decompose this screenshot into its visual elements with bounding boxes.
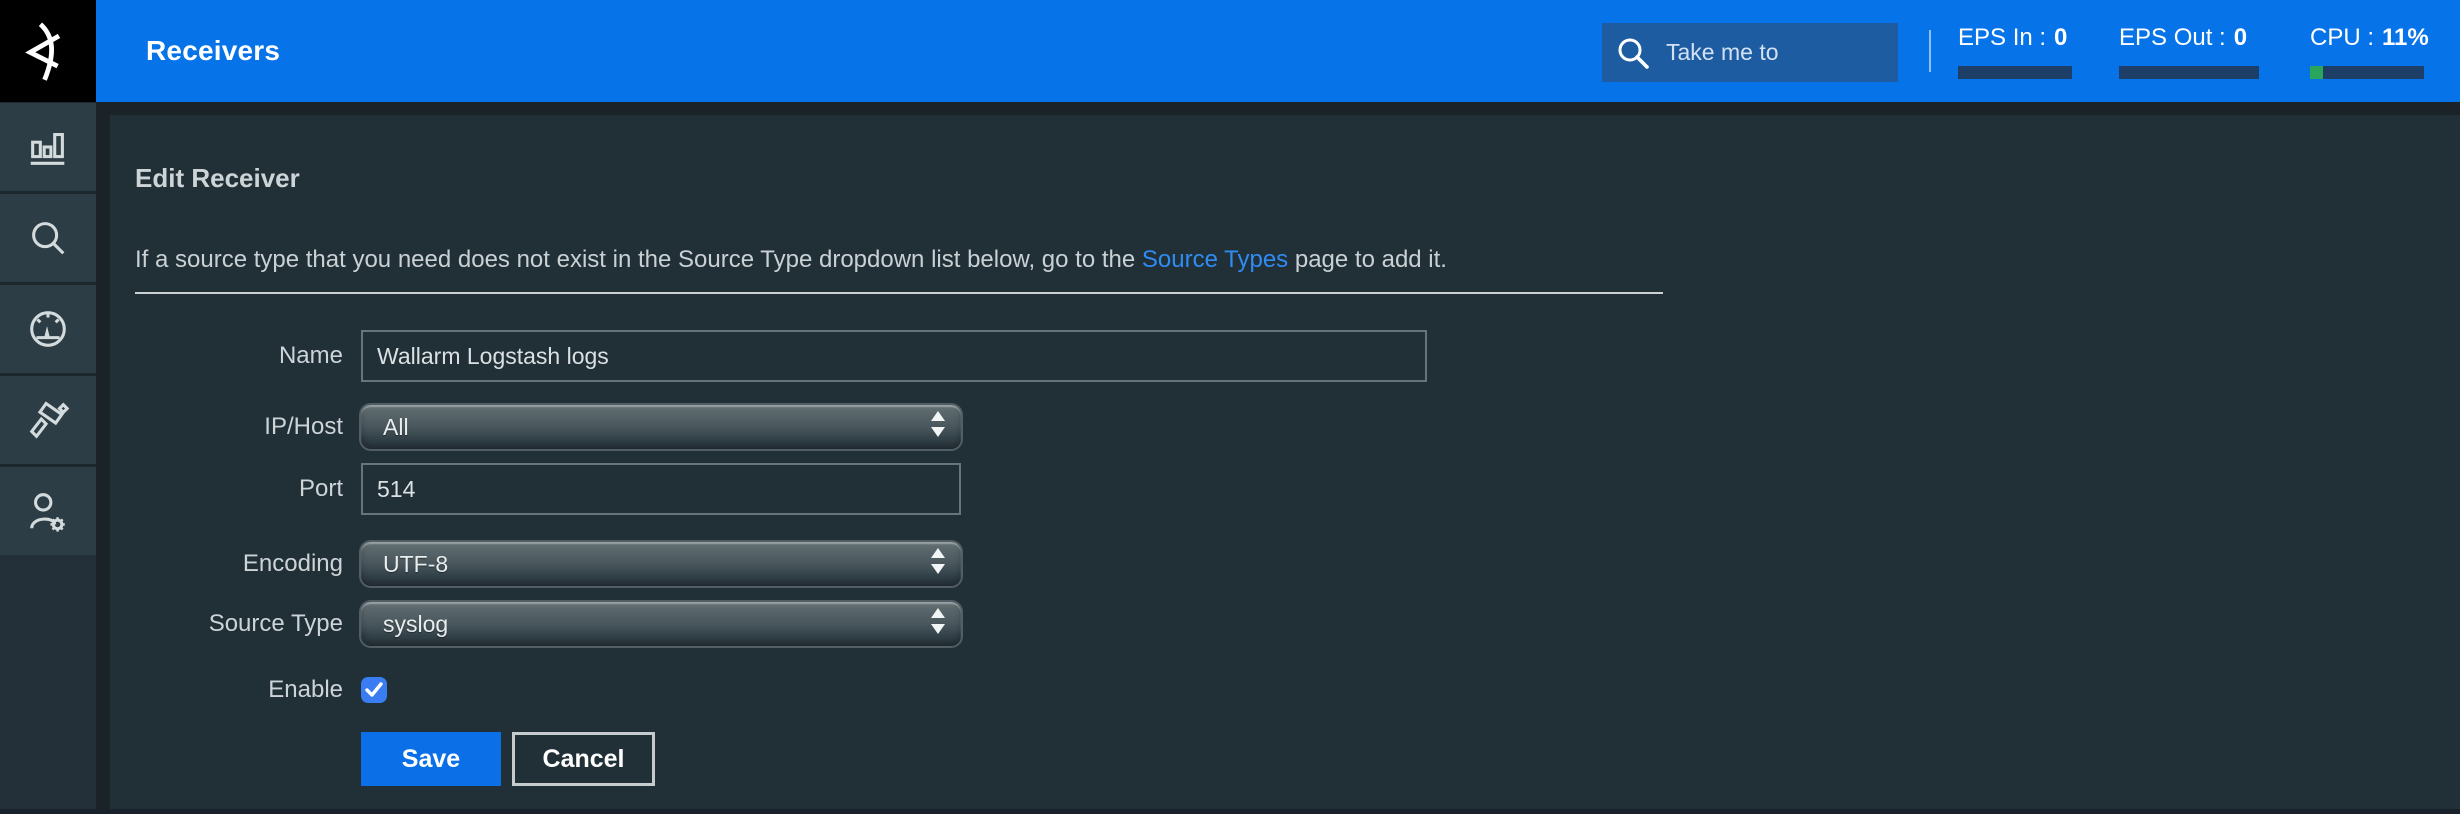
checkmark-icon xyxy=(365,682,383,698)
section-title: Edit Receiver xyxy=(135,163,300,194)
form-row-ip-host: IP/Host All xyxy=(135,405,1427,449)
source-type-select[interactable]: syslog xyxy=(361,602,961,646)
instruction-text: If a source type that you need does not … xyxy=(135,246,1447,274)
user-gear-icon xyxy=(25,488,71,534)
source-type-selected-value: syslog xyxy=(383,611,448,638)
sidebar-item-reports[interactable] xyxy=(0,103,96,191)
source-types-link[interactable]: Source Types xyxy=(1142,246,1288,273)
form-row-source-type: Source Type syslog xyxy=(135,602,1427,646)
arcsight-logo-icon xyxy=(15,16,81,86)
sidebar-item-configuration[interactable] xyxy=(0,376,96,464)
eps-out-value: 0 xyxy=(2234,24,2247,51)
form-row-actions: Save Cancel xyxy=(135,732,1427,786)
name-input[interactable] xyxy=(361,330,1427,382)
enable-label: Enable xyxy=(135,676,361,704)
divider-rule xyxy=(135,292,1663,294)
hammer-icon xyxy=(25,397,71,443)
main-content: Edit Receiver If a source type that you … xyxy=(110,115,2460,814)
search-input[interactable] xyxy=(1666,39,1886,66)
search-icon xyxy=(25,215,71,261)
select-arrows-icon xyxy=(931,608,945,640)
ip-host-select[interactable]: All xyxy=(361,405,961,449)
save-button[interactable]: Save xyxy=(361,732,501,786)
port-input[interactable] xyxy=(361,463,961,515)
encoding-selected-value: UTF-8 xyxy=(383,551,448,578)
source-type-label: Source Type xyxy=(135,610,361,638)
select-arrows-icon xyxy=(931,411,945,443)
sidebar-shadow-strip xyxy=(96,102,110,814)
edit-receiver-form: Name IP/Host All Port Encoding UTF-8 xyxy=(135,330,1427,786)
instruction-before: If a source type that you need does not … xyxy=(135,246,1142,273)
ip-host-label: IP/Host xyxy=(135,413,361,441)
app-logo xyxy=(0,0,96,102)
port-label: Port xyxy=(135,475,361,503)
form-row-name: Name xyxy=(135,330,1427,382)
cpu-stat: CPU :11% xyxy=(2310,24,2424,79)
ip-host-selected-value: All xyxy=(383,414,409,441)
sidebar-item-search[interactable] xyxy=(0,194,96,282)
form-row-encoding: Encoding UTF-8 xyxy=(135,542,1427,586)
name-label: Name xyxy=(135,342,361,370)
eps-in-label: EPS In : xyxy=(1958,24,2046,51)
cpu-gauge-fill xyxy=(2310,66,2323,79)
form-row-enable: Enable xyxy=(135,677,1427,703)
cpu-label: CPU : xyxy=(2310,24,2374,51)
eps-in-stat: EPS In : 0 xyxy=(1958,24,2072,79)
bar-chart-icon xyxy=(25,124,71,170)
select-arrows-icon xyxy=(931,548,945,580)
sidebar-item-dashboards[interactable] xyxy=(0,285,96,373)
gauge-icon xyxy=(25,306,71,352)
instruction-after: page to add it. xyxy=(1288,246,1447,273)
page-title: Receivers xyxy=(146,0,280,102)
form-row-port: Port xyxy=(135,463,1427,515)
cpu-value: 11% xyxy=(2382,24,2429,51)
sidebar-item-administration[interactable] xyxy=(0,467,96,555)
cpu-gauge xyxy=(2310,66,2424,79)
cancel-button[interactable]: Cancel xyxy=(512,732,655,786)
eps-in-value: 0 xyxy=(2054,24,2067,51)
bottom-edge-strip xyxy=(0,809,2460,814)
eps-out-stat: EPS Out : 0 xyxy=(2119,24,2259,79)
encoding-label: Encoding xyxy=(135,550,361,578)
take-me-to-search[interactable] xyxy=(1602,23,1898,82)
search-icon xyxy=(1616,36,1650,70)
eps-out-label: EPS Out : xyxy=(2119,24,2226,51)
sidebar xyxy=(0,0,96,814)
eps-in-gauge xyxy=(1958,66,2072,79)
header-divider xyxy=(1929,30,1931,72)
eps-out-gauge xyxy=(2119,66,2259,79)
header-shadow-strip xyxy=(96,102,2460,115)
enable-checkbox[interactable] xyxy=(361,677,387,703)
top-header: Receivers EPS In :0 EPS Out :0 CPU :11% xyxy=(96,0,2460,102)
encoding-select[interactable]: UTF-8 xyxy=(361,542,961,586)
